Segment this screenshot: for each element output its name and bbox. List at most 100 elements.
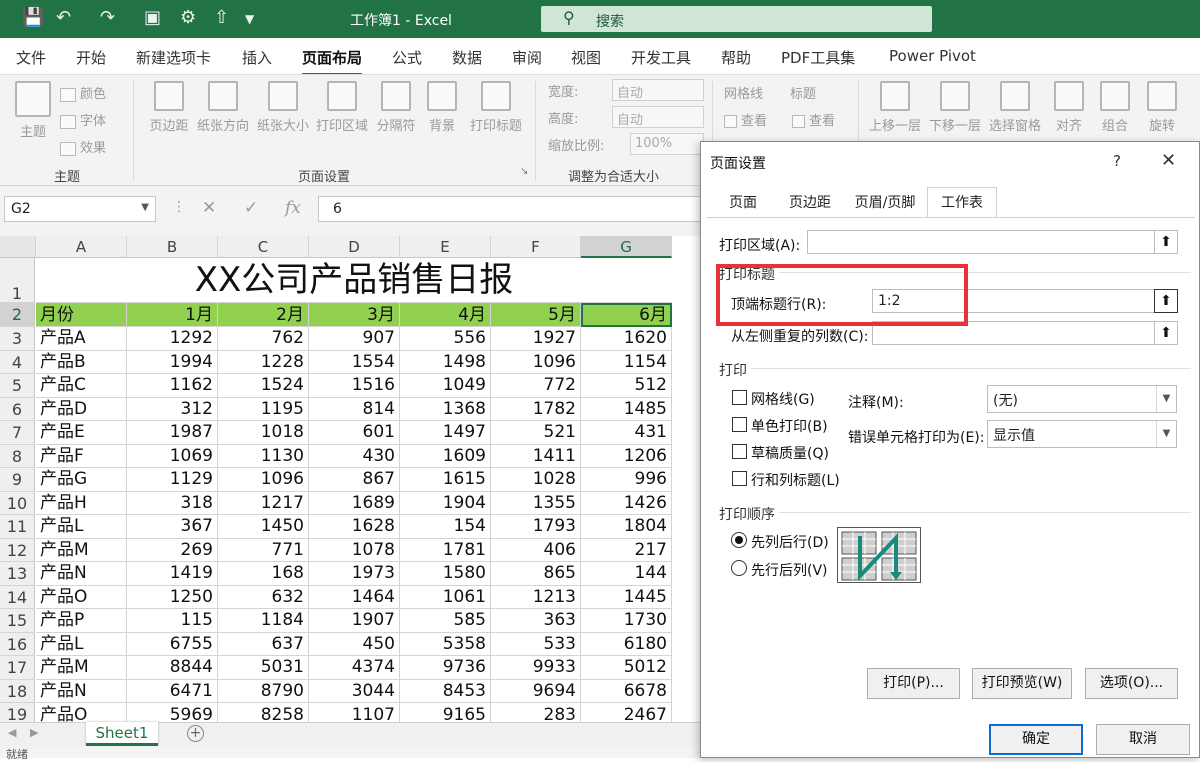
data-cell[interactable]: 产品O bbox=[36, 703, 127, 722]
data-cell[interactable]: 产品N bbox=[36, 562, 127, 586]
data-cell[interactable]: 1028 bbox=[491, 468, 581, 492]
header-cell[interactable]: 1月 bbox=[127, 303, 218, 327]
tab-header-footer[interactable]: 页眉/页脚 bbox=[843, 190, 927, 218]
down-then-over-radio[interactable] bbox=[731, 532, 747, 548]
size-button[interactable]: 纸张大小 bbox=[255, 81, 311, 134]
data-cell[interactable]: 1096 bbox=[491, 350, 581, 374]
black-white-checkbox[interactable] bbox=[732, 417, 747, 432]
header-cell[interactable]: 4月 bbox=[400, 303, 491, 327]
data-cell[interactable]: 产品L bbox=[36, 515, 127, 539]
data-cell[interactable]: 533 bbox=[491, 632, 581, 656]
data-cell[interactable]: 1069 bbox=[127, 444, 218, 468]
data-cell[interactable]: 1411 bbox=[491, 444, 581, 468]
data-cell[interactable]: 9165 bbox=[400, 703, 491, 722]
data-cell[interactable]: 3044 bbox=[309, 679, 400, 703]
data-cell[interactable]: 144 bbox=[581, 562, 672, 586]
tab-new[interactable]: 新建选项卡 bbox=[136, 47, 211, 68]
scroll-left-icon[interactable]: ◀ bbox=[8, 726, 16, 739]
data-cell[interactable]: 产品O bbox=[36, 585, 127, 609]
data-cell[interactable]: 1078 bbox=[309, 538, 400, 562]
select-all-corner[interactable] bbox=[0, 236, 36, 258]
background-button[interactable]: 背景 bbox=[424, 81, 460, 134]
data-cell[interactable]: 1206 bbox=[581, 444, 672, 468]
tab-data[interactable]: 数据 bbox=[452, 47, 482, 68]
chevron-down-icon[interactable]: ▼ bbox=[1156, 386, 1176, 412]
settings-icon[interactable]: ⚙ bbox=[180, 7, 196, 28]
data-cell[interactable]: 762 bbox=[218, 327, 309, 351]
bring-forward-button[interactable]: 上移一层 bbox=[866, 81, 924, 134]
data-cell[interactable]: 6471 bbox=[127, 679, 218, 703]
row-header-8[interactable]: 8 bbox=[0, 444, 35, 468]
tab-insert[interactable]: 插入 bbox=[242, 47, 272, 68]
worksheet-grid[interactable]: ABCDEFG 1 2 3 4 5 6 7 8 9 10 11 12 13 14 15 16 17 18 19 XX… bbox=[0, 236, 700, 722]
column-header-f[interactable]: F bbox=[491, 236, 581, 258]
tab-pdf[interactable]: PDF工具集 bbox=[781, 47, 855, 68]
send-backward-button[interactable]: 下移一层 bbox=[926, 81, 984, 134]
data-cell[interactable]: 1355 bbox=[491, 491, 581, 515]
tab-page[interactable]: 页面 bbox=[709, 190, 777, 218]
data-cell[interactable]: 产品B bbox=[36, 350, 127, 374]
data-cell[interactable]: 512 bbox=[581, 374, 672, 398]
tab-developer[interactable]: 开发工具 bbox=[631, 47, 691, 68]
collapse-top-rows-icon[interactable]: ⬆ bbox=[1154, 289, 1178, 313]
data-cell[interactable]: 430 bbox=[309, 444, 400, 468]
data-cell[interactable]: 1907 bbox=[309, 609, 400, 633]
data-cell[interactable]: 168 bbox=[218, 562, 309, 586]
data-cell[interactable]: 1129 bbox=[127, 468, 218, 492]
data-cell[interactable]: 637 bbox=[218, 632, 309, 656]
tab-formulas[interactable]: 公式 bbox=[392, 47, 422, 68]
data-cell[interactable]: 产品L bbox=[36, 632, 127, 656]
row-header-19[interactable]: 19 bbox=[0, 703, 35, 722]
selection-pane-button[interactable]: 选择窗格 bbox=[986, 81, 1044, 134]
column-header-e[interactable]: E bbox=[400, 236, 491, 258]
gridlines-checkbox[interactable] bbox=[732, 390, 747, 405]
data-cell[interactable]: 5031 bbox=[218, 656, 309, 680]
row-header-5[interactable]: 5 bbox=[0, 374, 35, 398]
column-header-b[interactable]: B bbox=[127, 236, 218, 258]
data-cell[interactable]: 产品D bbox=[36, 397, 127, 421]
rotate-button[interactable]: 旋转 bbox=[1145, 81, 1179, 134]
data-cell[interactable]: 1804 bbox=[581, 515, 672, 539]
share-icon[interactable]: ⇧ bbox=[214, 7, 229, 28]
headings-view-check[interactable]: 查看 bbox=[792, 110, 835, 129]
tab-power-pivot[interactable]: Power Pivot bbox=[889, 47, 976, 65]
row-header-17[interactable]: 17 bbox=[0, 656, 35, 680]
tab-margins[interactable]: 页边距 bbox=[777, 190, 843, 218]
row-header-3[interactable]: 3 bbox=[0, 327, 35, 351]
data-cell[interactable]: 1782 bbox=[491, 397, 581, 421]
data-cell[interactable]: 1195 bbox=[218, 397, 309, 421]
data-cell[interactable]: 1107 bbox=[309, 703, 400, 722]
align-button[interactable]: 对齐 bbox=[1052, 81, 1086, 134]
data-cell[interactable]: 2467 bbox=[581, 703, 672, 722]
tab-review[interactable]: 审阅 bbox=[512, 47, 542, 68]
data-cell[interactable]: 450 bbox=[309, 632, 400, 656]
over-then-down-radio[interactable] bbox=[731, 560, 747, 576]
tab-sheet[interactable]: 工作表 bbox=[927, 187, 997, 217]
data-cell[interactable]: 产品A bbox=[36, 327, 127, 351]
data-cell[interactable]: 产品H bbox=[36, 491, 127, 515]
data-cell[interactable]: 363 bbox=[491, 609, 581, 633]
row-header-4[interactable]: 4 bbox=[0, 350, 35, 374]
data-cell[interactable]: 1049 bbox=[400, 374, 491, 398]
data-cell[interactable]: 1213 bbox=[491, 585, 581, 609]
column-header-d[interactable]: D bbox=[309, 236, 400, 258]
chevron-down-icon[interactable]: ▼ bbox=[141, 202, 149, 213]
data-cell[interactable]: 814 bbox=[309, 397, 400, 421]
data-cell[interactable]: 1620 bbox=[581, 327, 672, 351]
row-header-2[interactable]: 2 bbox=[0, 303, 35, 327]
data-cell[interactable]: 1426 bbox=[581, 491, 672, 515]
data-cell[interactable]: 1292 bbox=[127, 327, 218, 351]
data-cell[interactable]: 1730 bbox=[581, 609, 672, 633]
data-cell[interactable]: 8844 bbox=[127, 656, 218, 680]
data-cell[interactable]: 1554 bbox=[309, 350, 400, 374]
column-header-g[interactable]: G bbox=[581, 236, 672, 258]
data-cell[interactable]: 8790 bbox=[218, 679, 309, 703]
column-header-a[interactable]: A bbox=[36, 236, 127, 258]
gridlines-view-check[interactable]: 查看 bbox=[724, 110, 767, 129]
data-cell[interactable]: 1419 bbox=[127, 562, 218, 586]
data-cell[interactable]: 1250 bbox=[127, 585, 218, 609]
data-cell[interactable]: 1628 bbox=[309, 515, 400, 539]
customize-icon[interactable]: ▼ bbox=[245, 12, 254, 26]
data-cell[interactable]: 367 bbox=[127, 515, 218, 539]
row-header-15[interactable]: 15 bbox=[0, 609, 35, 633]
